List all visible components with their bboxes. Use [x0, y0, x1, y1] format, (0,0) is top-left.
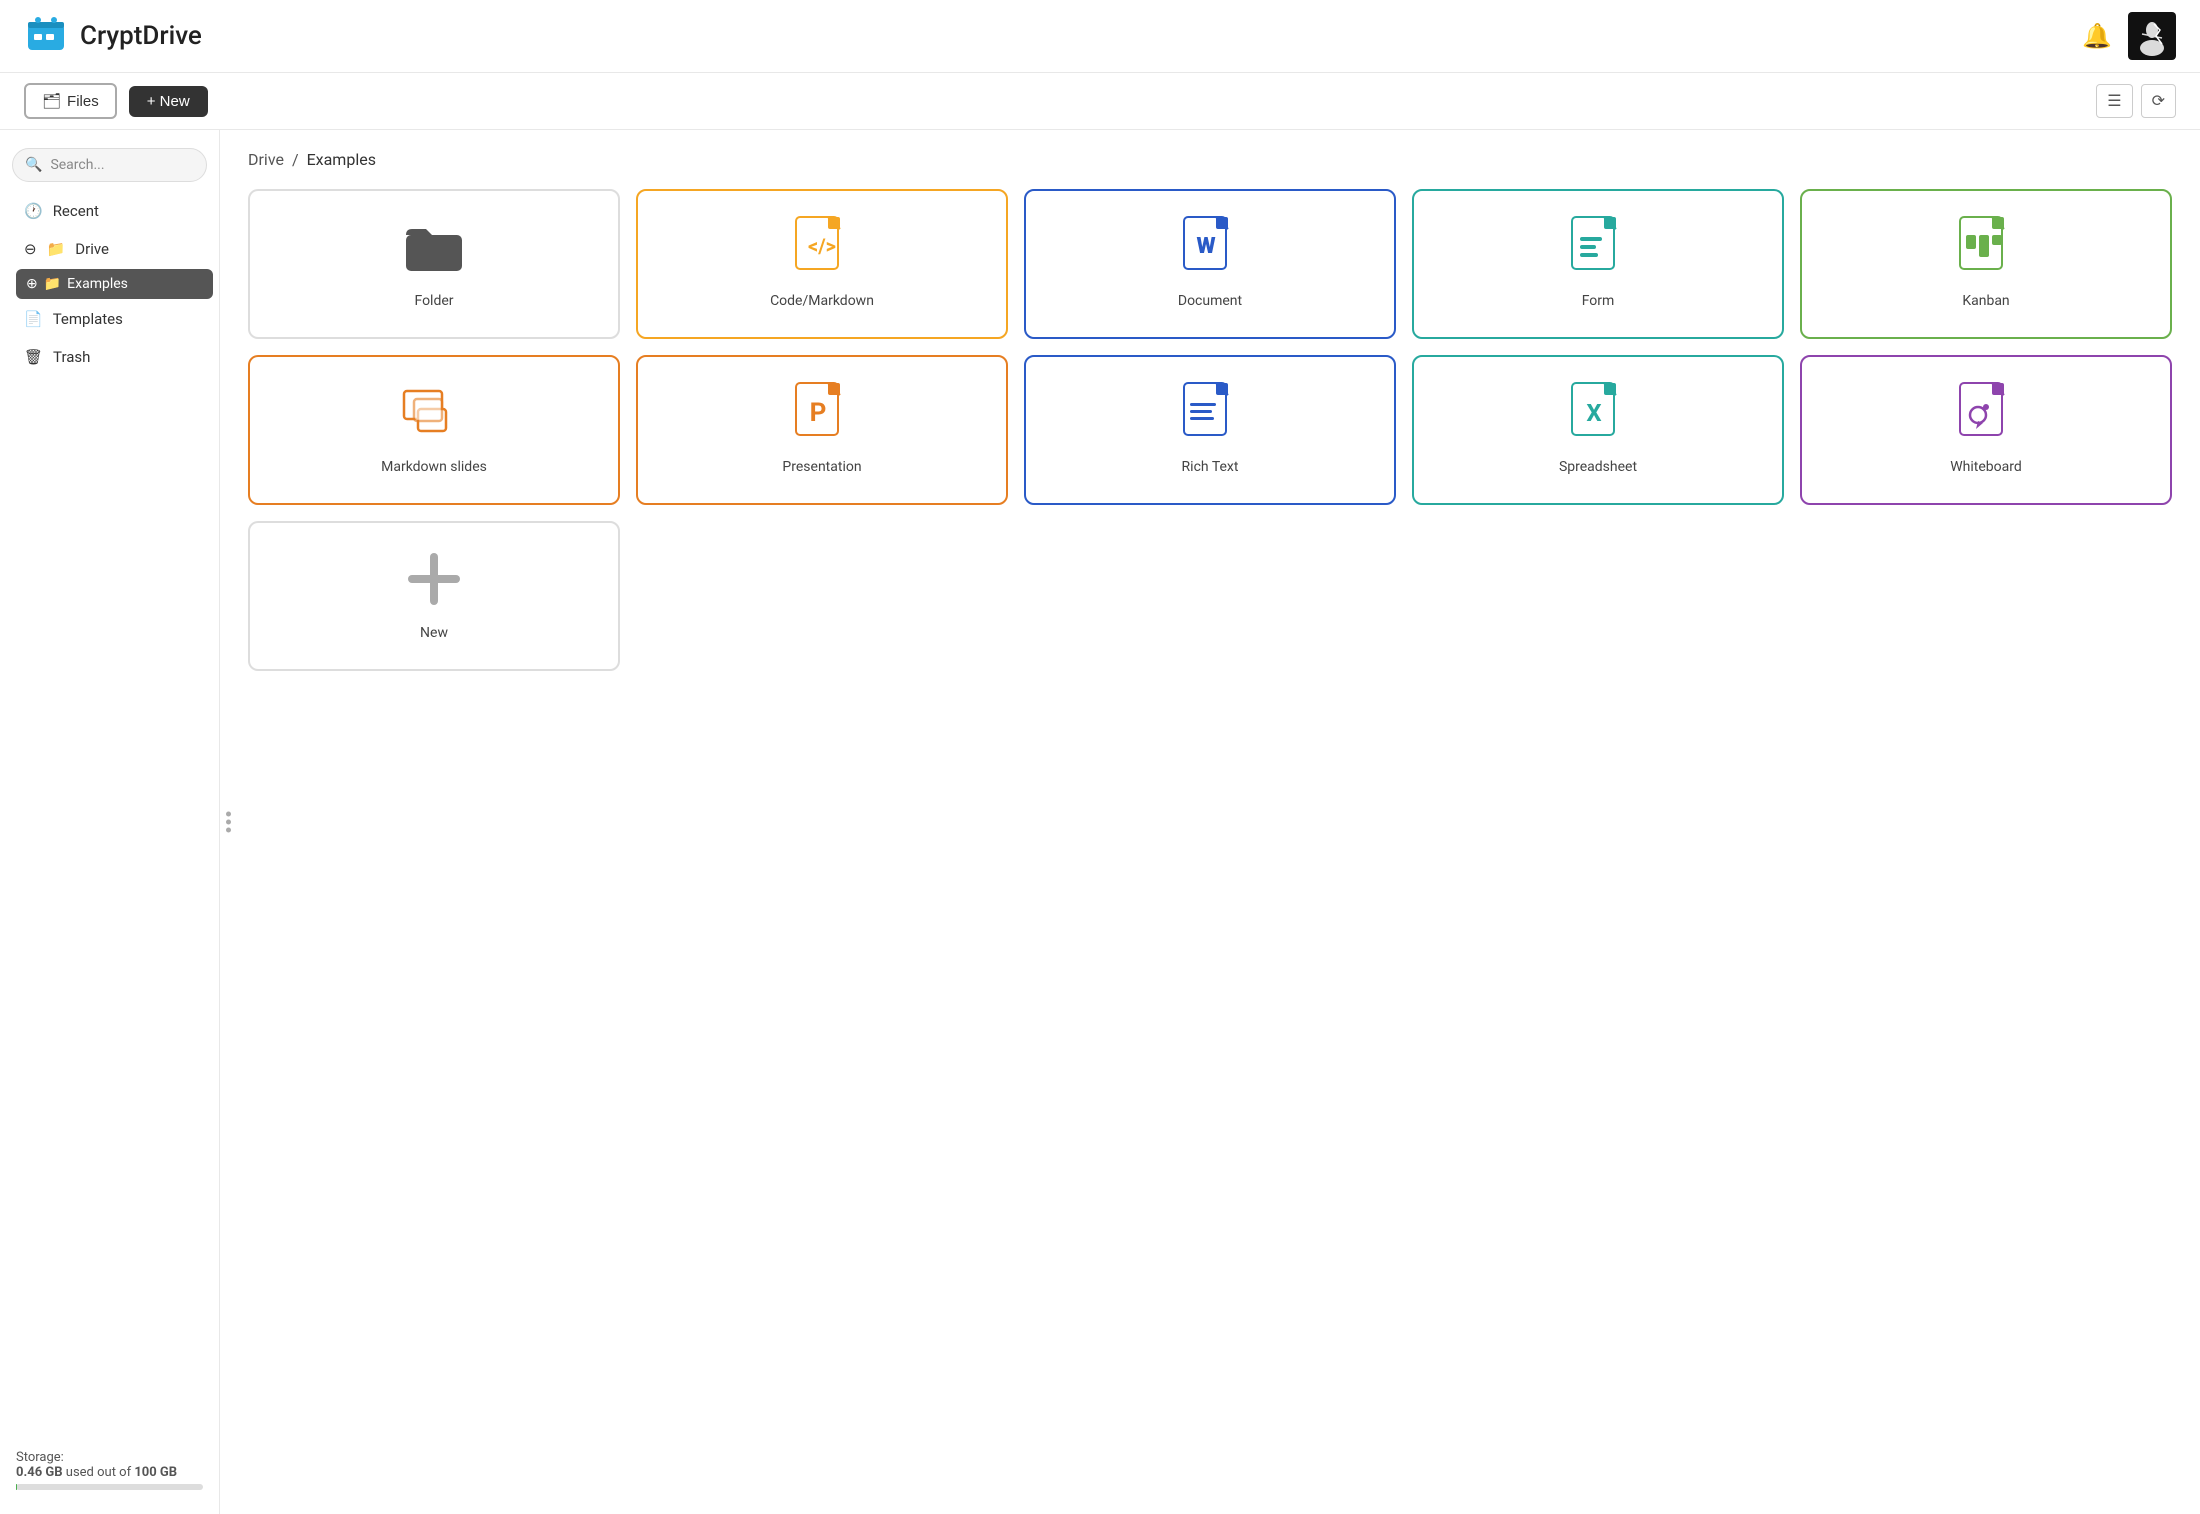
files-icon: 🗂 [42, 92, 61, 110]
storage-info: Storage: 0.46 GB used out of 100 GB [0, 1438, 219, 1502]
sidebar-item-templates[interactable]: 📄 Templates [8, 301, 211, 337]
bell-icon[interactable]: 🔔 [2082, 22, 2112, 50]
folder-icon: 📁 [44, 276, 61, 292]
rich-text-icon [1174, 377, 1246, 449]
new-label: + New [147, 93, 190, 110]
search-placeholder: Search... [50, 157, 104, 173]
card-form[interactable]: Form [1412, 189, 1784, 339]
new-button[interactable]: + New [129, 86, 208, 117]
markdown-slides-icon [398, 377, 470, 449]
sidebar-resize-handle[interactable] [226, 812, 231, 833]
storage-label: Storage: [16, 1450, 64, 1465]
breadcrumb-root[interactable]: Drive [248, 150, 284, 169]
storage-bar-fill [16, 1484, 17, 1490]
main-content: Drive / Examples Folder </> [220, 130, 2200, 1514]
card-new-label: New [420, 625, 448, 641]
logo-icon [24, 14, 68, 58]
search-input[interactable]: 🔍 Search... [12, 148, 207, 182]
card-rich-text-label: Rich Text [1182, 459, 1239, 475]
drive-expand-icon: ⊖ [24, 240, 37, 258]
card-folder[interactable]: Folder [248, 189, 620, 339]
trash-label: Trash [53, 348, 90, 366]
storage-bar-bg [16, 1484, 203, 1490]
folder-icon [398, 211, 470, 283]
sidebar-item-trash[interactable]: 🗑 Trash [8, 339, 211, 375]
card-spreadsheet[interactable]: X Spreadsheet [1412, 355, 1784, 505]
drive-icon: 📁 [47, 240, 66, 258]
recent-label: Recent [53, 202, 99, 220]
presentation-icon: P [786, 377, 858, 449]
storage-used: 0.46 GB [16, 1465, 63, 1480]
history-button[interactable]: ⟳ [2141, 84, 2176, 118]
card-document[interactable]: W Document [1024, 189, 1396, 339]
header: CryptDrive 🔔 [0, 0, 2200, 73]
svg-text:W: W [1196, 234, 1215, 259]
card-document-label: Document [1178, 293, 1242, 309]
list-view-button[interactable]: ☰ [2096, 84, 2132, 118]
expand-icon: ⊕ [26, 276, 38, 292]
card-kanban-label: Kanban [1962, 293, 2009, 309]
svg-text:</>: </> [808, 234, 836, 258]
search-icon: 🔍 [25, 157, 42, 173]
examples-label: Examples [67, 276, 128, 292]
card-new[interactable]: New [248, 521, 620, 671]
toolbar: 🗂 Files + New ☰ ⟳ [0, 73, 2200, 130]
breadcrumb-sep: / [292, 150, 299, 169]
card-whiteboard-label: Whiteboard [1950, 459, 2022, 475]
card-presentation-label: Presentation [782, 459, 861, 475]
card-markdown-slides[interactable]: Markdown slides [248, 355, 620, 505]
templates-label: Templates [53, 310, 123, 328]
sidebar-item-drive[interactable]: ⊖ 📁 Drive [8, 231, 211, 267]
form-icon [1562, 211, 1634, 283]
templates-icon: 📄 [24, 310, 43, 328]
card-folder-label: Folder [414, 293, 453, 309]
sidebar-item-examples[interactable]: ⊕ 📁 Examples [16, 269, 213, 299]
file-grid: Folder </> Code/Markdown [248, 189, 2172, 671]
sidebar: 🔍 Search... 🕐 Recent ⊖ 📁 Drive ⊕ 📁 Examp… [0, 130, 220, 1514]
avatar[interactable] [2128, 12, 2176, 60]
card-markdown-slides-label: Markdown slides [381, 459, 487, 475]
card-code-markdown[interactable]: </> Code/Markdown [636, 189, 1008, 339]
card-form-label: Form [1582, 293, 1615, 309]
sidebar-tree: ⊕ 📁 Examples [0, 268, 219, 300]
code-markdown-icon: </> [786, 211, 858, 283]
breadcrumb-current: Examples [307, 150, 376, 169]
breadcrumb: Drive / Examples [248, 150, 2172, 169]
whiteboard-icon [1950, 377, 2022, 449]
toolbar-right: ☰ ⟳ [2096, 84, 2176, 118]
spreadsheet-icon: X [1562, 377, 1634, 449]
card-rich-text[interactable]: Rich Text [1024, 355, 1396, 505]
card-kanban[interactable]: Kanban [1800, 189, 2172, 339]
card-spreadsheet-label: Spreadsheet [1559, 459, 1637, 475]
layout: 🔍 Search... 🕐 Recent ⊖ 📁 Drive ⊕ 📁 Examp… [0, 130, 2200, 1514]
recent-icon: 🕐 [24, 202, 43, 220]
add-new-icon [398, 543, 470, 615]
header-actions: 🔔 [2082, 12, 2176, 60]
storage-text: used out of [66, 1465, 135, 1480]
card-presentation[interactable]: P Presentation [636, 355, 1008, 505]
card-whiteboard[interactable]: Whiteboard [1800, 355, 2172, 505]
card-code-label: Code/Markdown [770, 293, 874, 309]
svg-text:X: X [1586, 399, 1601, 427]
sidebar-item-recent[interactable]: 🕐 Recent [8, 193, 211, 229]
files-label: Files [67, 93, 99, 110]
storage-total: 100 GB [134, 1465, 177, 1480]
files-button[interactable]: 🗂 Files [24, 83, 117, 119]
drive-label: Drive [75, 240, 109, 258]
trash-icon: 🗑 [24, 348, 43, 366]
document-icon: W [1174, 211, 1246, 283]
kanban-icon [1950, 211, 2022, 283]
app-title: CryptDrive [80, 21, 2082, 51]
svg-text:P: P [810, 398, 827, 428]
